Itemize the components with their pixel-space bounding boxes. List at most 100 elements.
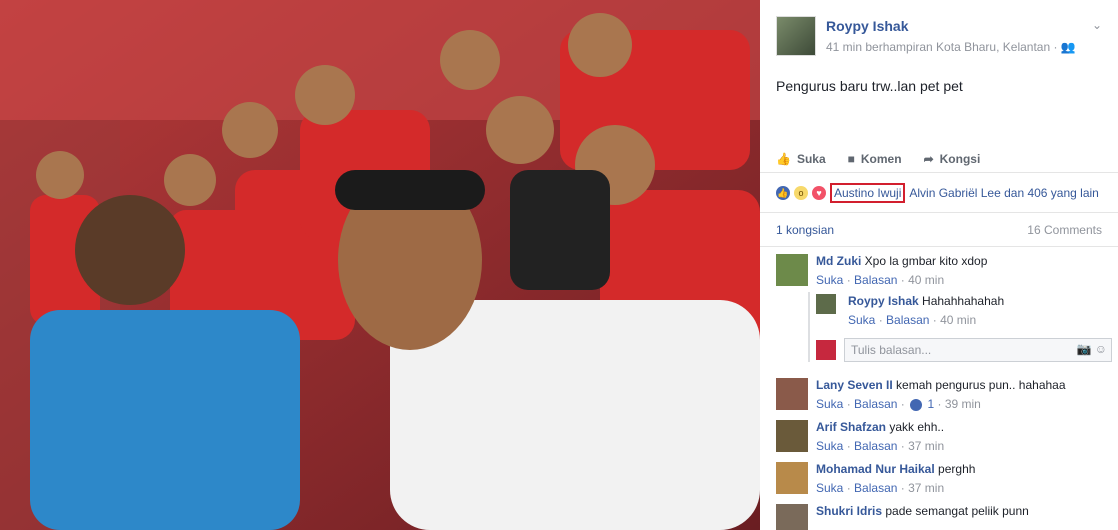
comment-reply-link[interactable]: Balasan	[886, 313, 929, 327]
comment-like-link[interactable]: Suka	[848, 313, 875, 327]
comment-reply-link[interactable]: Balasan	[854, 481, 897, 495]
comment-reply-link[interactable]: Balasan	[854, 397, 897, 411]
reply-placeholder: Tulis balasan...	[851, 343, 932, 357]
commenter-avatar[interactable]	[776, 420, 808, 452]
comment-button[interactable]: ■ Komen	[848, 147, 902, 170]
dot: ·	[937, 397, 942, 411]
comment-text: yakk ehh..	[889, 420, 945, 434]
comment-time[interactable]: 39 min	[945, 397, 981, 411]
author-name[interactable]: Roypy Ishak	[826, 18, 908, 34]
dot: ·	[900, 481, 905, 495]
author-avatar[interactable]	[776, 16, 816, 56]
like-reaction-icon[interactable]: 👍	[776, 185, 790, 200]
post-sidebar: Roypy Ishak 41 min berhampiran Kota Bhar…	[760, 0, 1118, 530]
comment-time[interactable]: 37 min	[908, 481, 944, 495]
reactor-highlighted[interactable]: Austino Iwuji	[830, 182, 906, 203]
like-count-icon	[910, 398, 923, 411]
love-reaction-icon[interactable]: ♥	[812, 185, 826, 200]
comment: Arif Shafzan yakk ehh.. Suka · Balasan ·…	[776, 420, 1110, 460]
post-photo[interactable]	[0, 0, 760, 530]
group-selfie-photo	[0, 0, 760, 530]
reply-comment: Roypy Ishak Hahahhahahah Suka · Balasan …	[816, 294, 1110, 334]
thumb-up-icon: 👍	[776, 151, 791, 166]
wow-reaction-icon[interactable]: o	[794, 185, 808, 200]
commenter-name[interactable]: Shukri Idris	[816, 504, 882, 518]
dot: ·	[846, 439, 851, 453]
reply-input[interactable]: Tulis balasan... 📷 ☺	[844, 338, 1112, 362]
comment-body: Shukri Idris pade semangat peliik punn	[816, 504, 1029, 518]
comment-reply-link[interactable]: Balasan	[854, 273, 897, 287]
comment-text: kemah pengurus pun.. hahahaa	[896, 378, 1066, 392]
commenter-avatar[interactable]	[816, 294, 836, 314]
comment-like-link[interactable]: Suka	[816, 481, 843, 495]
friends-icon[interactable]: 👥	[1061, 40, 1076, 54]
reactions-bar: 👍 o ♥ Austino Iwuji Alvin Gabriël Lee da…	[760, 172, 1118, 212]
post-caption: Pengurus baru trw..lan pet pet	[776, 78, 963, 94]
comment-body: Md Zuki Xpo la gmbar kito xdop Suka · Ba…	[816, 254, 987, 287]
commenter-name[interactable]: Lany Seven II	[816, 378, 893, 392]
comment-body: Mohamad Nur Haikal perghh Suka · Balasan…	[816, 462, 975, 495]
comment-reply-link[interactable]: Balasan	[854, 439, 897, 453]
commenter-avatar[interactable]	[776, 254, 808, 286]
post-actions: 👍 Suka ■ Komen ➦ Kongsi	[776, 146, 1102, 170]
post-meta-text[interactable]: 41 min berhampiran Kota Bharu, Kelantan …	[826, 40, 1057, 54]
commenter-name[interactable]: Md Zuki	[816, 254, 861, 268]
post-meta: 41 min berhampiran Kota Bharu, Kelantan …	[826, 40, 1076, 54]
reactors-link[interactable]: Alvin Gabriël Lee dan 406 yang lain	[909, 186, 1098, 200]
dot: ·	[846, 397, 851, 411]
share-arrow-icon: ➦	[923, 151, 934, 166]
comment-time[interactable]: 40 min	[908, 273, 944, 287]
dot: ·	[846, 273, 851, 287]
dot: ·	[932, 313, 937, 327]
comments-count[interactable]: 16 Comments	[1027, 223, 1102, 237]
reply-thread-line	[808, 292, 810, 362]
chevron-down-icon[interactable]: ⌄	[1092, 18, 1102, 32]
comment-like-link[interactable]: Suka	[816, 397, 843, 411]
comment-actions: Suka · Balasan · 40 min	[816, 273, 987, 287]
shares-row: 1 kongsian 16 Comments	[760, 212, 1118, 246]
dot: ·	[846, 481, 851, 495]
commenter-avatar[interactable]	[776, 504, 808, 530]
comment-time[interactable]: 37 min	[908, 439, 944, 453]
dot: ·	[900, 439, 905, 453]
like-button[interactable]: 👍 Suka	[776, 147, 826, 170]
comment-time[interactable]: 40 min	[940, 313, 976, 327]
comments-list	[760, 246, 1118, 247]
comment-actions: Suka · Balasan · 37 min	[816, 481, 975, 495]
comment-text: pade semangat peliik punn	[885, 504, 1029, 518]
reply-input-icons: 📷 ☺	[1076, 342, 1107, 356]
comment-actions: Suka · Balasan · 1 · 39 min	[816, 397, 1066, 411]
smiley-icon[interactable]: ☺	[1095, 342, 1107, 356]
comment: Lany Seven II kemah pengurus pun.. hahah…	[776, 378, 1110, 418]
shares-link[interactable]: 1 kongsian	[776, 223, 834, 237]
dot: ·	[878, 313, 883, 327]
post-header: Roypy Ishak 41 min berhampiran Kota Bhar…	[776, 16, 1106, 60]
share-label: Kongsi	[939, 151, 981, 166]
commenter-name[interactable]: Arif Shafzan	[816, 420, 886, 434]
comment-label: Komen	[860, 151, 902, 166]
like-label: Suka	[796, 151, 826, 166]
comment-like-link[interactable]: Suka	[816, 439, 843, 453]
comment-text: Xpo la gmbar kito xdop	[864, 254, 988, 268]
comment: Shukri Idris pade semangat peliik punn	[776, 504, 1110, 530]
comment: Md Zuki Xpo la gmbar kito xdop Suka · Ba…	[776, 254, 1110, 294]
dot: ·	[900, 397, 905, 411]
comment-body: Arif Shafzan yakk ehh.. Suka · Balasan ·…	[816, 420, 944, 453]
comment-text: Hahahhahahah	[922, 294, 1005, 308]
commenter-avatar[interactable]	[776, 462, 808, 494]
commenter-name[interactable]: Mohamad Nur Haikal	[816, 462, 935, 476]
my-avatar	[816, 340, 836, 360]
commenter-name[interactable]: Roypy Ishak	[848, 294, 919, 308]
comment-body: Lany Seven II kemah pengurus pun.. hahah…	[816, 378, 1066, 411]
comment-actions: Suka · Balasan · 40 min	[848, 313, 1004, 327]
speech-bubble-icon: ■	[847, 151, 855, 166]
comment-text: perghh	[938, 462, 976, 476]
comment-like-link[interactable]: Suka	[816, 273, 843, 287]
facebook-photo-viewer: Roypy Ishak 41 min berhampiran Kota Bhar…	[0, 0, 1118, 530]
camera-icon[interactable]: 📷	[1076, 342, 1091, 356]
commenter-avatar[interactable]	[776, 378, 808, 410]
share-button[interactable]: ➦ Kongsi	[924, 147, 981, 170]
comment-body: Roypy Ishak Hahahhahahah Suka · Balasan …	[848, 294, 1004, 327]
comment-actions: Suka · Balasan · 37 min	[816, 439, 944, 453]
comment-like-count[interactable]: 1	[927, 397, 934, 411]
